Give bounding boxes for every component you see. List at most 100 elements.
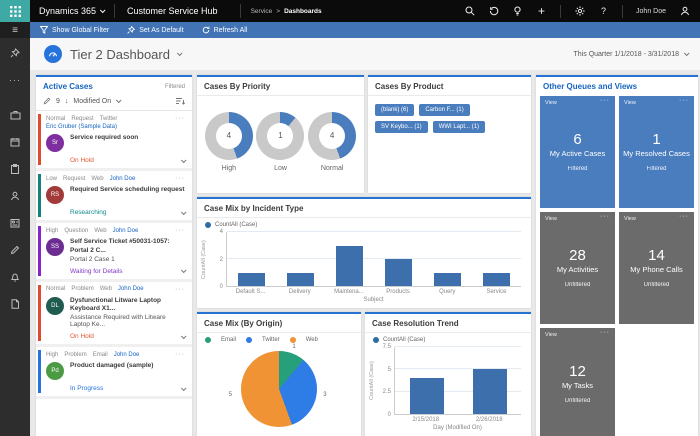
customer-link[interactable]: Eric Gruber (Sample Data) — [46, 124, 185, 130]
bar-2/15/2018[interactable] — [410, 378, 444, 414]
avatar[interactable]: DL — [46, 297, 64, 315]
card-more-icon[interactable]: ··· — [175, 351, 185, 358]
tile-my-resolved-cases[interactable]: View ··· 1 My Resolved Cases Filtered — [619, 96, 694, 208]
case-title[interactable]: Required Service scheduling request — [70, 186, 185, 195]
case-owner-link[interactable]: John Doe — [114, 352, 140, 358]
tile-more-icon[interactable]: ··· — [600, 329, 610, 336]
case-title[interactable]: Dysfunctional Litware Laptop Keyboard X1… — [70, 297, 185, 315]
product-tag-chip[interactable]: WWI Lapt... (1) — [433, 121, 485, 133]
breadcrumb-page[interactable]: Dashboards — [284, 8, 322, 15]
add-icon[interactable]: + — [536, 6, 547, 17]
priority-accent-bar — [38, 114, 41, 165]
dashboard-selector[interactable]: Tier 2 Dashboard — [70, 47, 181, 62]
pie-graphic[interactable] — [241, 351, 317, 427]
expand-card-icon[interactable] — [181, 385, 187, 391]
case-owner-link[interactable]: John Doe — [110, 176, 136, 182]
expand-card-icon[interactable] — [181, 267, 187, 273]
tile-my-activities[interactable]: View ··· 28 My Activities Unfiltered — [540, 212, 615, 324]
breadcrumb-section[interactable]: Service — [251, 8, 273, 15]
calendar-icon[interactable] — [0, 130, 30, 154]
person-icon[interactable] — [0, 184, 30, 208]
tile-more-icon[interactable]: ··· — [679, 97, 689, 104]
avatar[interactable]: RS — [46, 186, 64, 204]
product-tag-chip[interactable]: Carbon F... (1) — [419, 104, 469, 116]
bar-Default S...[interactable] — [238, 273, 265, 287]
sort-field[interactable]: Modified On — [73, 98, 111, 105]
tile-my-tasks[interactable]: View ··· 12 My Tasks Unfiltered — [540, 328, 615, 436]
time-period-selector[interactable]: This Quarter 1/1/2018 - 3/31/2018 — [574, 51, 688, 58]
help-icon[interactable]: ? — [598, 6, 609, 17]
bar-Query[interactable] — [434, 273, 461, 287]
lightbulb-icon[interactable] — [512, 6, 523, 17]
donut-high[interactable]: 4 High — [205, 112, 253, 172]
avatar[interactable]: Pd — [46, 362, 64, 380]
hamburger-menu-icon[interactable]: ≡ — [0, 22, 30, 38]
person-icon[interactable] — [679, 6, 690, 17]
expand-card-icon[interactable] — [181, 157, 187, 163]
tile-my-phone-calls[interactable]: View ··· 14 My Phone Calls Unfiltered — [619, 212, 694, 324]
product-tag-chip[interactable]: SV Keybo... (1) — [375, 121, 428, 133]
avatar[interactable]: SS — [46, 238, 64, 256]
case-title[interactable]: Self Service Ticket #50031-1057: Portal … — [70, 238, 185, 256]
pencil-icon[interactable] — [0, 238, 30, 262]
tile-more-icon[interactable]: ··· — [600, 213, 610, 220]
legend-dot-icon — [205, 337, 211, 343]
tile-more-icon[interactable]: ··· — [600, 97, 610, 104]
badge-icon[interactable] — [0, 211, 30, 235]
tile-count: 14 — [648, 248, 665, 265]
pin-icon[interactable] — [0, 41, 30, 65]
show-global-filter-label: Show Global Filter — [52, 27, 109, 34]
tile-filter-state: Unfiltered — [565, 282, 591, 288]
case-owner-link[interactable]: John Doe — [118, 286, 144, 292]
tile-more-icon[interactable]: ··· — [679, 213, 689, 220]
card-more-icon[interactable]: ··· — [175, 227, 185, 234]
tile-filter-state: Unfiltered — [565, 398, 591, 404]
ellipsis-icon[interactable]: ··· — [0, 68, 30, 92]
pencil-icon[interactable] — [43, 97, 51, 105]
case-title[interactable]: Product damaged (sample) — [70, 362, 153, 371]
case-mix-incident-panel: Case Mix by Incident Type CountAll (Case… — [197, 197, 531, 308]
refresh-all-button[interactable]: Refresh All — [202, 26, 248, 34]
sort-options-icon[interactable] — [175, 97, 185, 105]
donut-label: High — [205, 165, 253, 172]
avatar[interactable]: Sr — [46, 134, 64, 152]
bar-Delivery[interactable] — [287, 273, 314, 287]
case-card[interactable]: High Problem Email John Doe ··· Pd Produ… — [36, 347, 192, 399]
donut-normal[interactable]: 4 Normal — [308, 112, 356, 172]
briefcase-icon[interactable] — [0, 103, 30, 127]
card-more-icon[interactable]: ··· — [175, 115, 185, 122]
recent-items-icon[interactable] — [488, 6, 499, 17]
expand-card-icon[interactable] — [181, 209, 187, 215]
sort-descending-icon[interactable]: ↓ — [65, 98, 69, 105]
card-more-icon[interactable]: ··· — [175, 175, 185, 182]
brand-switcher[interactable]: Dynamics 365 — [39, 6, 104, 16]
y-axis: 024 — [210, 232, 226, 287]
bar-2/26/2018[interactable] — [473, 369, 507, 414]
show-global-filter-button[interactable]: Show Global Filter — [40, 26, 109, 34]
app-name[interactable]: Customer Service Hub — [114, 4, 230, 18]
settings-gear-icon[interactable] — [574, 6, 585, 17]
tile-filter-state: Filtered — [567, 166, 587, 172]
tile-my-active-cases[interactable]: View ··· 6 My Active Cases Filtered — [540, 96, 615, 208]
clipboard-icon[interactable] — [0, 157, 30, 181]
bar-Maintena...[interactable] — [336, 246, 363, 287]
bar-Service[interactable] — [483, 273, 510, 287]
case-owner-link[interactable]: John Doe — [113, 228, 139, 234]
user-name[interactable]: John Doe — [636, 8, 666, 15]
card-more-icon[interactable]: ··· — [175, 286, 185, 293]
waffle-menu-button[interactable] — [0, 0, 30, 22]
case-title[interactable]: Service required soon — [70, 134, 138, 143]
file-icon[interactable] — [0, 292, 30, 316]
product-tag-chip[interactable]: (blank) (6) — [375, 104, 414, 116]
case-card[interactable]: Normal Problem Web John Doe ··· DL Dysfu… — [36, 282, 192, 348]
search-icon[interactable] — [464, 6, 475, 17]
active-cases-title[interactable]: Active Cases — [43, 82, 93, 91]
case-card[interactable]: High Question Web John Doe ··· SS Self S… — [36, 223, 192, 282]
bell-icon[interactable] — [0, 265, 30, 289]
case-card[interactable]: Low Request Web John Doe ··· RS Required… — [36, 171, 192, 223]
case-card[interactable]: Normal Request Twitter ··· Eric Gruber (… — [36, 111, 192, 171]
set-as-default-button[interactable]: Set As Default — [127, 26, 183, 34]
donut-low[interactable]: 1 Low — [256, 112, 304, 172]
bar-Products[interactable] — [385, 259, 412, 286]
expand-card-icon[interactable] — [181, 333, 187, 339]
